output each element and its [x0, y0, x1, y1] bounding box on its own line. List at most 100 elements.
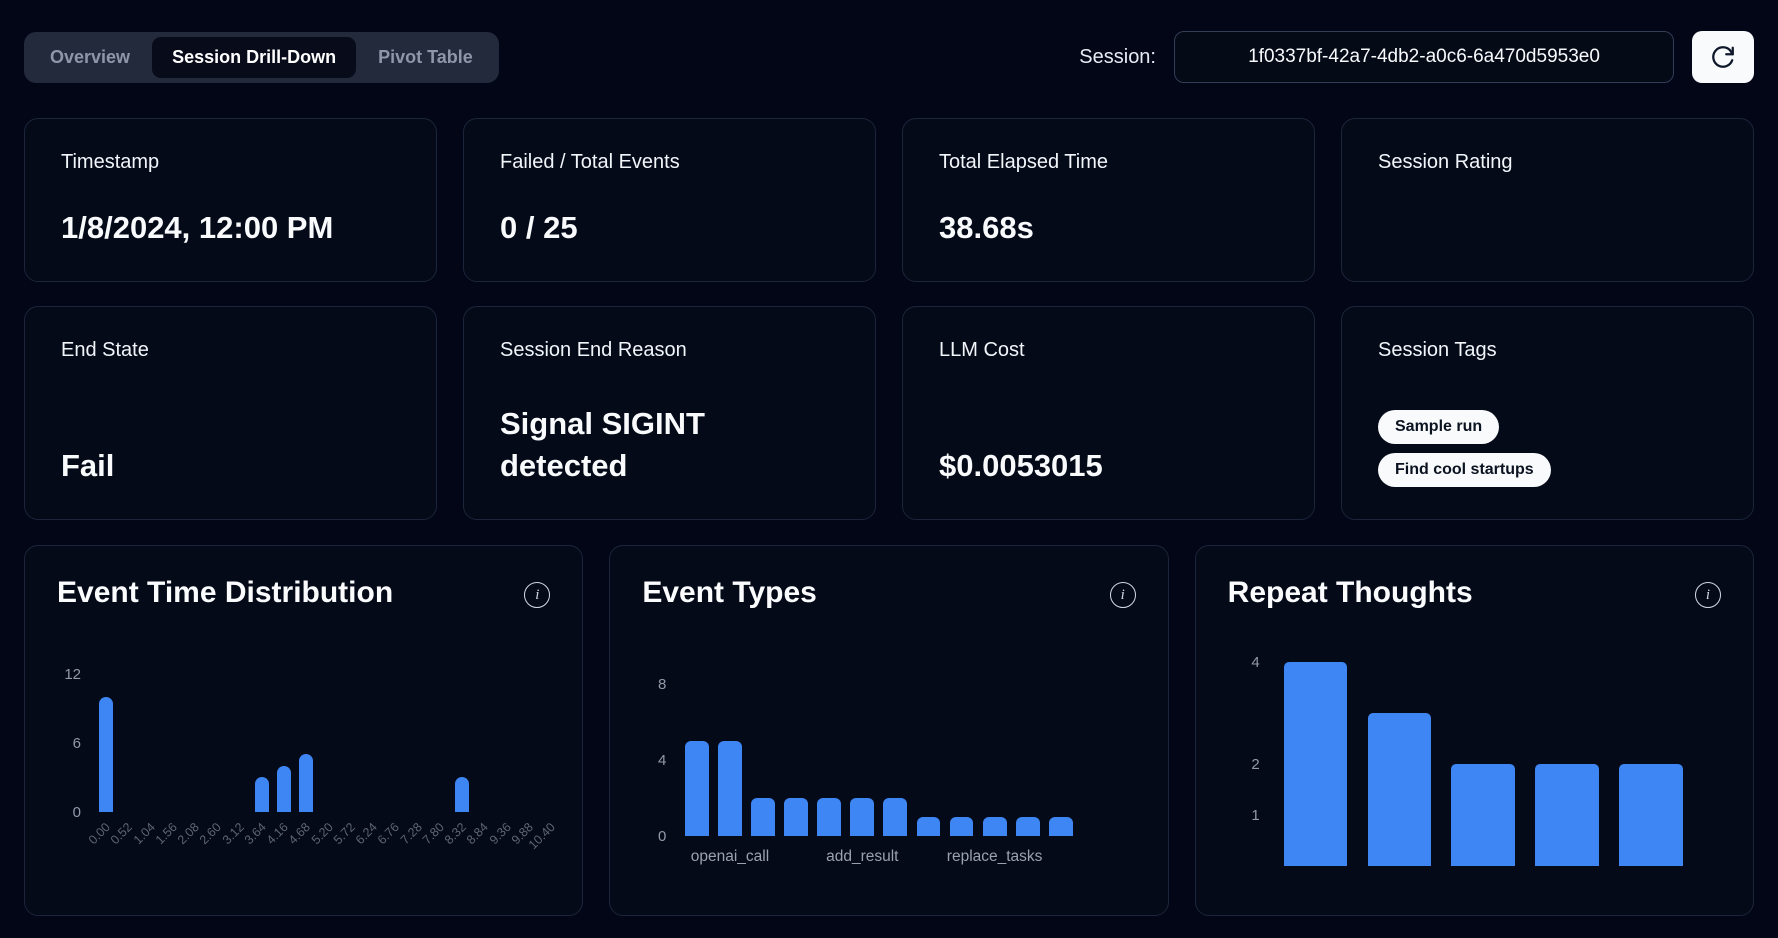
bar [784, 798, 808, 836]
x-axis-tick-label: 9.36 [486, 820, 513, 847]
session-label: Session: [1079, 46, 1156, 69]
stat-card-session-end-reason: Session End Reason Signal SIGINT detecte… [463, 306, 876, 520]
x-axis-tick-label: 4.16 [264, 820, 291, 847]
y-axis-tick-label: 0 [57, 804, 81, 821]
bar [1016, 817, 1040, 836]
stat-label: LLM Cost [939, 339, 1278, 362]
x-axis-tick-label: 5.20 [308, 820, 335, 847]
bar [1451, 764, 1515, 866]
y-axis-tick-label: 8 [642, 676, 666, 693]
bar [1284, 662, 1348, 866]
x-axis-tick-label: 7.28 [397, 820, 424, 847]
stat-card-timestamp: Timestamp 1/8/2024, 12:00 PM [24, 118, 437, 282]
x-axis-tick-label: 2.60 [197, 820, 224, 847]
bar [917, 817, 941, 836]
session-tag: Sample run [1378, 410, 1499, 444]
x-axis-tick-label: 0.00 [86, 820, 113, 847]
stat-label: Session Rating [1378, 151, 1717, 174]
stat-card-total-elapsed-time: Total Elapsed Time 38.68s [902, 118, 1315, 282]
chart-grid: Event Time Distribution i 06120.000.521.… [24, 545, 1754, 916]
refresh-button[interactable] [1692, 31, 1754, 83]
stat-label: Failed / Total Events [500, 151, 839, 174]
bar [718, 741, 742, 836]
stat-label: End State [61, 339, 400, 362]
x-axis-tick-label: 7.80 [420, 820, 447, 847]
bar [685, 741, 709, 836]
bar [883, 798, 907, 836]
event-types-chart: 0 4 8 openai_call add_result replace_tasks [642, 632, 1135, 878]
stat-value: $0.0053015 [939, 445, 1278, 487]
dashboard-page: Overview Session Drill-Down Pivot Table … [0, 0, 1778, 916]
session-tag: Find cool startups [1378, 453, 1551, 487]
stat-card-llm-cost: LLM Cost $0.0053015 [902, 306, 1315, 520]
stat-card-end-state: End State Fail [24, 306, 437, 520]
bar [99, 697, 113, 812]
y-axis-tick-label: 2 [1228, 756, 1260, 773]
stat-label: Session Tags [1378, 339, 1717, 362]
chart-header: Repeat Thoughts i [1228, 576, 1721, 610]
x-axis-category-label: replace_tasks [947, 848, 1043, 866]
stat-value: 0 / 25 [500, 207, 839, 249]
stat-card-session-rating: Session Rating [1341, 118, 1754, 282]
chart-title: Event Types [642, 576, 817, 610]
x-axis-tick-label: 1.04 [130, 820, 157, 847]
bar [1535, 764, 1599, 866]
tab-group: Overview Session Drill-Down Pivot Table [24, 32, 499, 83]
chart-title: Event Time Distribution [57, 576, 393, 610]
chart-card-repeat-thoughts: Repeat Thoughts i 1 2 4 [1195, 545, 1754, 916]
y-axis-tick-label: 4 [642, 752, 666, 769]
repeat-thoughts-chart: 1 2 4 [1228, 632, 1721, 878]
chart-title: Repeat Thoughts [1228, 576, 1473, 610]
stat-label: Total Elapsed Time [939, 151, 1278, 174]
x-axis-tick-label: 0.52 [108, 820, 135, 847]
bar [983, 817, 1007, 836]
stat-value: Fail [61, 445, 400, 487]
tab-overview[interactable]: Overview [30, 37, 150, 78]
y-axis-tick-label: 1 [1228, 807, 1260, 824]
x-axis-tick-label: 4.68 [286, 820, 313, 847]
chart-header: Event Types i [642, 576, 1135, 610]
bar [751, 798, 775, 836]
x-axis-tick-label: 6.24 [353, 820, 380, 847]
stat-card-session-tags: Session Tags Sample run Find cool startu… [1341, 306, 1754, 520]
top-bar: Overview Session Drill-Down Pivot Table … [24, 30, 1754, 84]
bar [277, 766, 291, 812]
tab-session-drill-down[interactable]: Session Drill-Down [152, 37, 356, 78]
bar [1368, 713, 1432, 866]
stat-card-grid: Timestamp 1/8/2024, 12:00 PM Failed / To… [24, 118, 1754, 520]
x-axis-tick-label: 1.56 [153, 820, 180, 847]
bar [950, 817, 974, 836]
refresh-icon [1710, 44, 1736, 70]
tab-pivot-table[interactable]: Pivot Table [358, 37, 493, 78]
bar [1049, 817, 1073, 836]
y-axis-tick-label: 0 [642, 828, 666, 845]
stat-label: Timestamp [61, 151, 400, 174]
bar [299, 754, 313, 812]
x-axis-category-label: add_result [826, 848, 898, 866]
bar [817, 798, 841, 836]
session-tag-list: Sample run Find cool startups [1378, 410, 1717, 487]
bar [255, 777, 269, 812]
info-icon[interactable]: i [524, 582, 550, 608]
x-axis-tick-label: 8.32 [442, 820, 469, 847]
y-axis-tick-label: 12 [57, 666, 81, 683]
stat-value: 1/8/2024, 12:00 PM [61, 207, 400, 249]
y-axis-tick-label: 4 [1228, 654, 1260, 671]
chart-card-event-time-distribution: Event Time Distribution i 06120.000.521.… [24, 545, 583, 916]
x-axis-tick-label: 8.84 [464, 820, 491, 847]
bar [455, 777, 469, 812]
bar [1619, 764, 1683, 866]
session-id-input[interactable] [1174, 31, 1674, 83]
info-icon[interactable]: i [1110, 582, 1136, 608]
stat-card-failed-total-events: Failed / Total Events 0 / 25 [463, 118, 876, 282]
stat-value: Signal SIGINT detected [500, 403, 839, 487]
info-icon[interactable]: i [1695, 582, 1721, 608]
x-axis-tick-label: 3.12 [219, 820, 246, 847]
y-axis-tick-label: 6 [57, 735, 81, 752]
x-axis-tick-label: 3.64 [242, 820, 269, 847]
session-controls: Session: [1079, 31, 1754, 83]
x-axis-category-label: openai_call [691, 848, 769, 866]
x-axis-tick-label: 6.76 [375, 820, 402, 847]
x-axis-tick-label: 5.72 [331, 820, 358, 847]
bar [850, 798, 874, 836]
